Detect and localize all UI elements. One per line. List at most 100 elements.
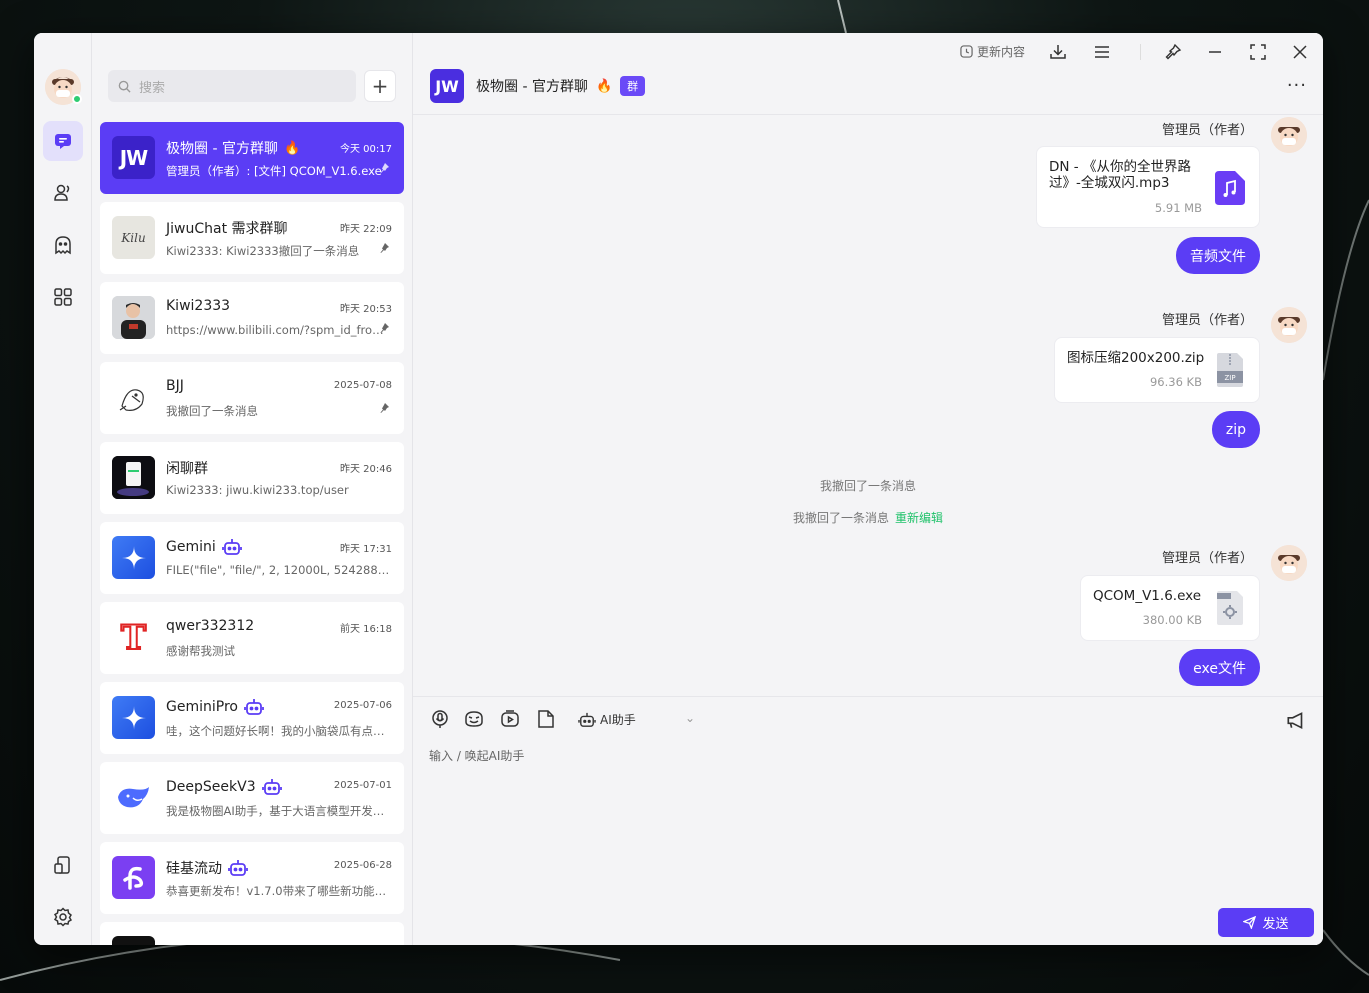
sender-avatar[interactable] bbox=[1271, 307, 1307, 343]
conversation-item[interactable]: T qwer332312 前天 16:18 感谢帮我测试 bbox=[100, 602, 404, 674]
file-name: 过》-全城双闪.mp3 bbox=[1049, 175, 1170, 191]
conversation-time: 昨天 20:53 bbox=[340, 304, 392, 315]
sender-avatar[interactable] bbox=[1271, 545, 1307, 581]
nav-apps[interactable] bbox=[43, 277, 83, 317]
megaphone-icon[interactable] bbox=[1285, 709, 1307, 731]
add-button[interactable]: + bbox=[364, 70, 396, 102]
conversation-time: 昨天 17:31 bbox=[340, 544, 392, 555]
conversation-avatar bbox=[112, 376, 155, 419]
minimize-button[interactable] bbox=[1204, 41, 1226, 63]
pin-window-button[interactable] bbox=[1162, 41, 1184, 63]
emoji-button[interactable] bbox=[464, 709, 486, 731]
conversation-item[interactable]: DeepSeekV3 2025-07-01 我是极物圈AI助手，基于大语言模型开… bbox=[100, 762, 404, 834]
conversation-name: Gemini bbox=[166, 539, 216, 555]
file-size: 5.91 MB bbox=[1154, 201, 1202, 215]
conversation-item[interactable]: Kilu JiwuChat 需求群聊 昨天 22:09 Kiwi2333: Ki… bbox=[100, 202, 404, 274]
conversation-name: 闲聊群 bbox=[166, 461, 208, 477]
conversation-item[interactable]: 闲聊群 昨天 20:46 Kiwi2333: jiwu.kiwi233.top/… bbox=[100, 442, 404, 514]
chevron-down-icon[interactable]: ⌄ bbox=[685, 711, 695, 725]
download-button[interactable] bbox=[1047, 41, 1069, 63]
devices-icon bbox=[54, 856, 70, 874]
conversation-avatar bbox=[112, 696, 155, 739]
apps-grid-icon bbox=[54, 288, 72, 306]
zip-file-card[interactable]: 图标压缩200x200.zip 96.36 KB ZIP bbox=[1054, 337, 1260, 403]
exe-file-icon bbox=[1217, 591, 1243, 625]
conversation-item[interactable]: BJJ 2025-07-08 我撤回了一条消息 bbox=[100, 362, 404, 434]
robot-icon bbox=[578, 712, 596, 727]
message-sender: 管理员（作者） bbox=[1161, 551, 1253, 566]
conversation-avatar bbox=[112, 456, 155, 499]
zip-file-icon: ZIP bbox=[1217, 353, 1243, 387]
robot-icon bbox=[261, 779, 282, 795]
conversation-preview: 我撤回了一条消息 bbox=[166, 404, 258, 418]
close-button[interactable] bbox=[1289, 41, 1311, 63]
maximize-button[interactable] bbox=[1247, 41, 1269, 63]
conversation-item[interactable] bbox=[100, 922, 404, 945]
audio-file-card[interactable]: DN - 《从你的全世界路 过》-全城双闪.mp3 5.91 MB bbox=[1036, 146, 1260, 228]
message-sender: 管理员（作者） bbox=[1161, 313, 1253, 328]
message-bubble[interactable]: exe文件 bbox=[1179, 649, 1260, 686]
file-name: 图标压缩200x200.zip bbox=[1067, 350, 1205, 366]
message-composer: AI助手 ⌄ 输入 / 唤起AI助手 发送 bbox=[413, 696, 1323, 945]
conversation-time: 2025-06-28 bbox=[333, 860, 392, 871]
menu-button[interactable] bbox=[1091, 41, 1113, 63]
conversation-item[interactable]: JW 极物圈 - 官方群聊 🔥 今天 00:17 管理员（作者）: [文件] QC… bbox=[100, 122, 404, 194]
chat-title: 极物圈 - 官方群聊 bbox=[476, 79, 588, 95]
toolbar-divider bbox=[1140, 44, 1141, 60]
gear-icon bbox=[53, 907, 73, 927]
message-bubble[interactable]: 音频文件 bbox=[1176, 237, 1260, 274]
pin-icon bbox=[380, 243, 389, 253]
updates-label: 更新内容 bbox=[977, 45, 1026, 59]
search-placeholder: 搜索 bbox=[139, 80, 166, 96]
conversation-avatar bbox=[112, 936, 155, 945]
conversation-avatar: JW bbox=[112, 136, 155, 179]
voice-button[interactable] bbox=[430, 709, 452, 731]
nav-chat[interactable] bbox=[43, 121, 83, 161]
nav-contacts[interactable] bbox=[43, 173, 83, 213]
conversation-preview: https://www.bilibili.com/?spm_id_from= bbox=[166, 323, 392, 337]
conversation-preview: Kiwi2333: Kiwi2333撤回了一条消息 bbox=[166, 244, 360, 258]
file-size: 96.36 KB bbox=[1149, 375, 1202, 389]
nav-ghost[interactable] bbox=[43, 225, 83, 265]
conversation-preview: 恭喜更新发布！v1.7.0带来了哪些新功能呢？ bbox=[166, 884, 392, 898]
conversation-time: 昨天 22:09 bbox=[340, 224, 392, 235]
video-button[interactable] bbox=[500, 709, 522, 731]
ai-assistant-select[interactable]: AI助手 bbox=[578, 711, 636, 728]
group-avatar[interactable]: JW bbox=[430, 69, 464, 103]
file-name: DN - 《从你的全世界路 bbox=[1049, 159, 1191, 175]
conversation-avatar bbox=[112, 856, 155, 899]
send-button[interactable]: 发送 bbox=[1218, 908, 1314, 937]
conversation-item[interactable]: Gemini 昨天 17:31 FILE("file", "file/", 2,… bbox=[100, 522, 404, 594]
conversation-item[interactable]: 硅基流动 2025-06-28 恭喜更新发布！v1.7.0带来了哪些新功能呢？ bbox=[100, 842, 404, 914]
conversation-time: 2025-07-08 bbox=[333, 380, 392, 391]
conversation-avatar bbox=[112, 776, 155, 819]
pin-icon bbox=[1165, 43, 1182, 60]
message-bubble[interactable]: zip bbox=[1211, 411, 1260, 448]
download-icon bbox=[1050, 45, 1066, 59]
robot-icon bbox=[221, 539, 242, 555]
ai-assistant-label: AI助手 bbox=[600, 713, 636, 727]
close-icon bbox=[1293, 45, 1307, 59]
exe-file-card[interactable]: QCOM_V1.6.exe 380.00 KB bbox=[1080, 575, 1260, 641]
conversation-time: 2025-07-01 bbox=[333, 780, 392, 791]
conversation-item[interactable]: GeminiPro 2025-07-06 哇，这个问题好长啊！我的小脑袋瓜有点转… bbox=[100, 682, 404, 754]
file-button[interactable] bbox=[536, 709, 558, 731]
conversation-avatar bbox=[112, 536, 155, 579]
updates-button[interactable]: 更新内容 bbox=[960, 43, 1025, 60]
file-size: 380.00 KB bbox=[1142, 613, 1202, 627]
conversation-preview: 感谢帮我测试 bbox=[166, 644, 235, 658]
search-input[interactable]: 搜索 bbox=[108, 70, 356, 102]
reedit-link[interactable]: 重新编辑 bbox=[895, 511, 943, 525]
conversation-item[interactable]: Kiwi2333 昨天 20:53 https://www.bilibili.c… bbox=[100, 282, 404, 354]
nav-settings[interactable] bbox=[43, 897, 83, 937]
message-sender: 管理员（作者） bbox=[1161, 123, 1253, 138]
emoji-icon bbox=[465, 711, 483, 727]
conversation-time: 前天 16:18 bbox=[340, 624, 392, 635]
conversation-name: GeminiPro bbox=[166, 699, 238, 715]
sender-avatar[interactable] bbox=[1271, 117, 1307, 153]
more-options-button[interactable]: ··· bbox=[1287, 75, 1307, 96]
system-message: 我撤回了一条消息 bbox=[819, 479, 916, 493]
nav-rail bbox=[34, 33, 92, 945]
nav-devices[interactable] bbox=[43, 845, 83, 885]
message-input[interactable]: 输入 / 唤起AI助手 bbox=[429, 747, 524, 764]
